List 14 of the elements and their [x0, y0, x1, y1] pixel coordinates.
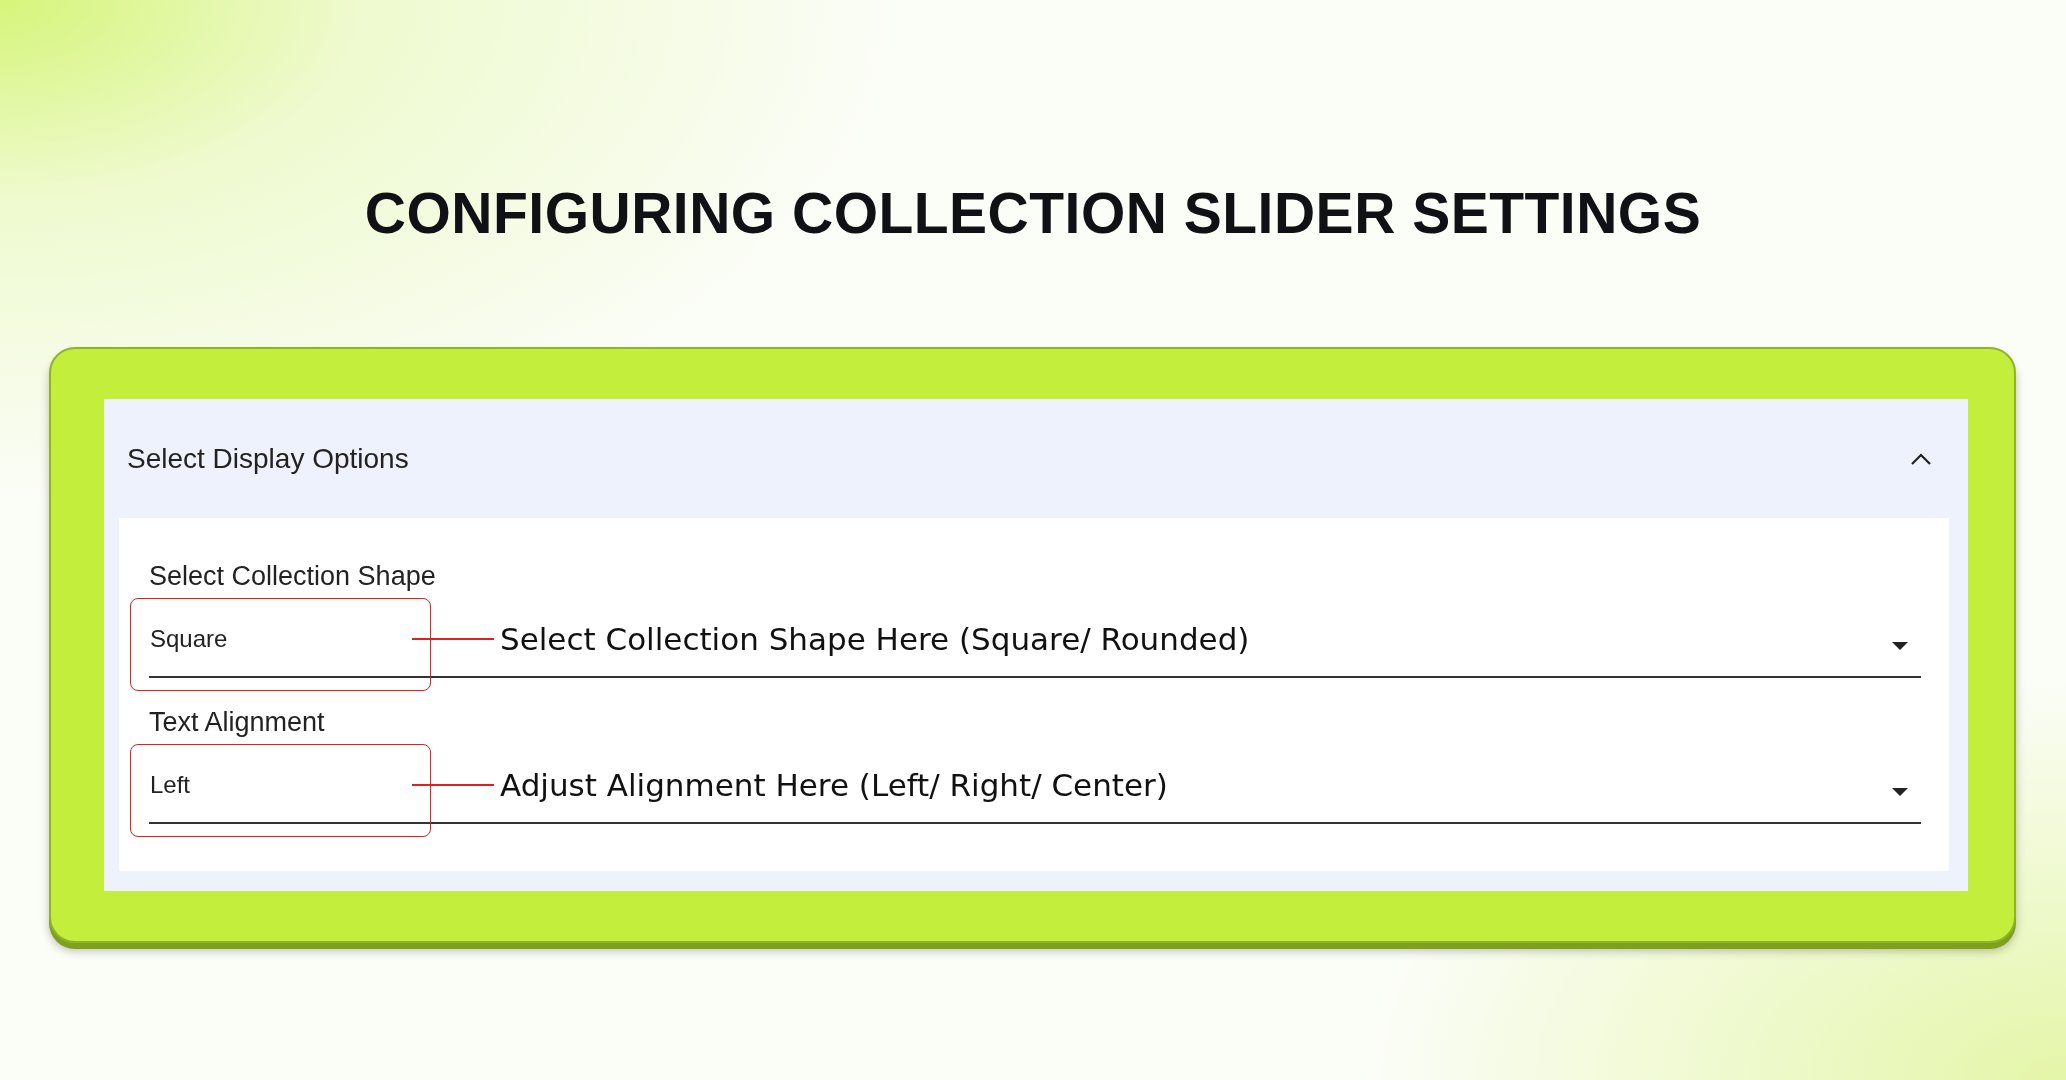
caret-icon [1892, 787, 1908, 797]
field-label: Select Collection Shape [149, 560, 437, 593]
field-label: Text Alignment [149, 706, 326, 739]
select-field[interactable]: Left Adjust Alignment Here (Left/ Right/ Center) [149, 740, 1921, 824]
caret-icon [1892, 641, 1908, 651]
page-title: CONFIGURING COLLECTION SLIDER SETTINGS [363, 180, 1703, 247]
select-field[interactable]: Square Select Collection Shape Here (Square/ Rounded) [149, 594, 1921, 678]
panel-title: Select Display Options [127, 442, 409, 475]
select-value: Square [149, 625, 229, 653]
chevron-icon[interactable] [1910, 451, 1932, 466]
panel-header[interactable]: Select Display Options [104, 399, 1968, 518]
annotation-text: Select Collection Shape Here (Square/ Rounded) [500, 621, 1250, 657]
select-value: Left [149, 771, 192, 799]
annotation-text: Adjust Alignment Here (Left/ Right/ Center) [500, 767, 1168, 803]
